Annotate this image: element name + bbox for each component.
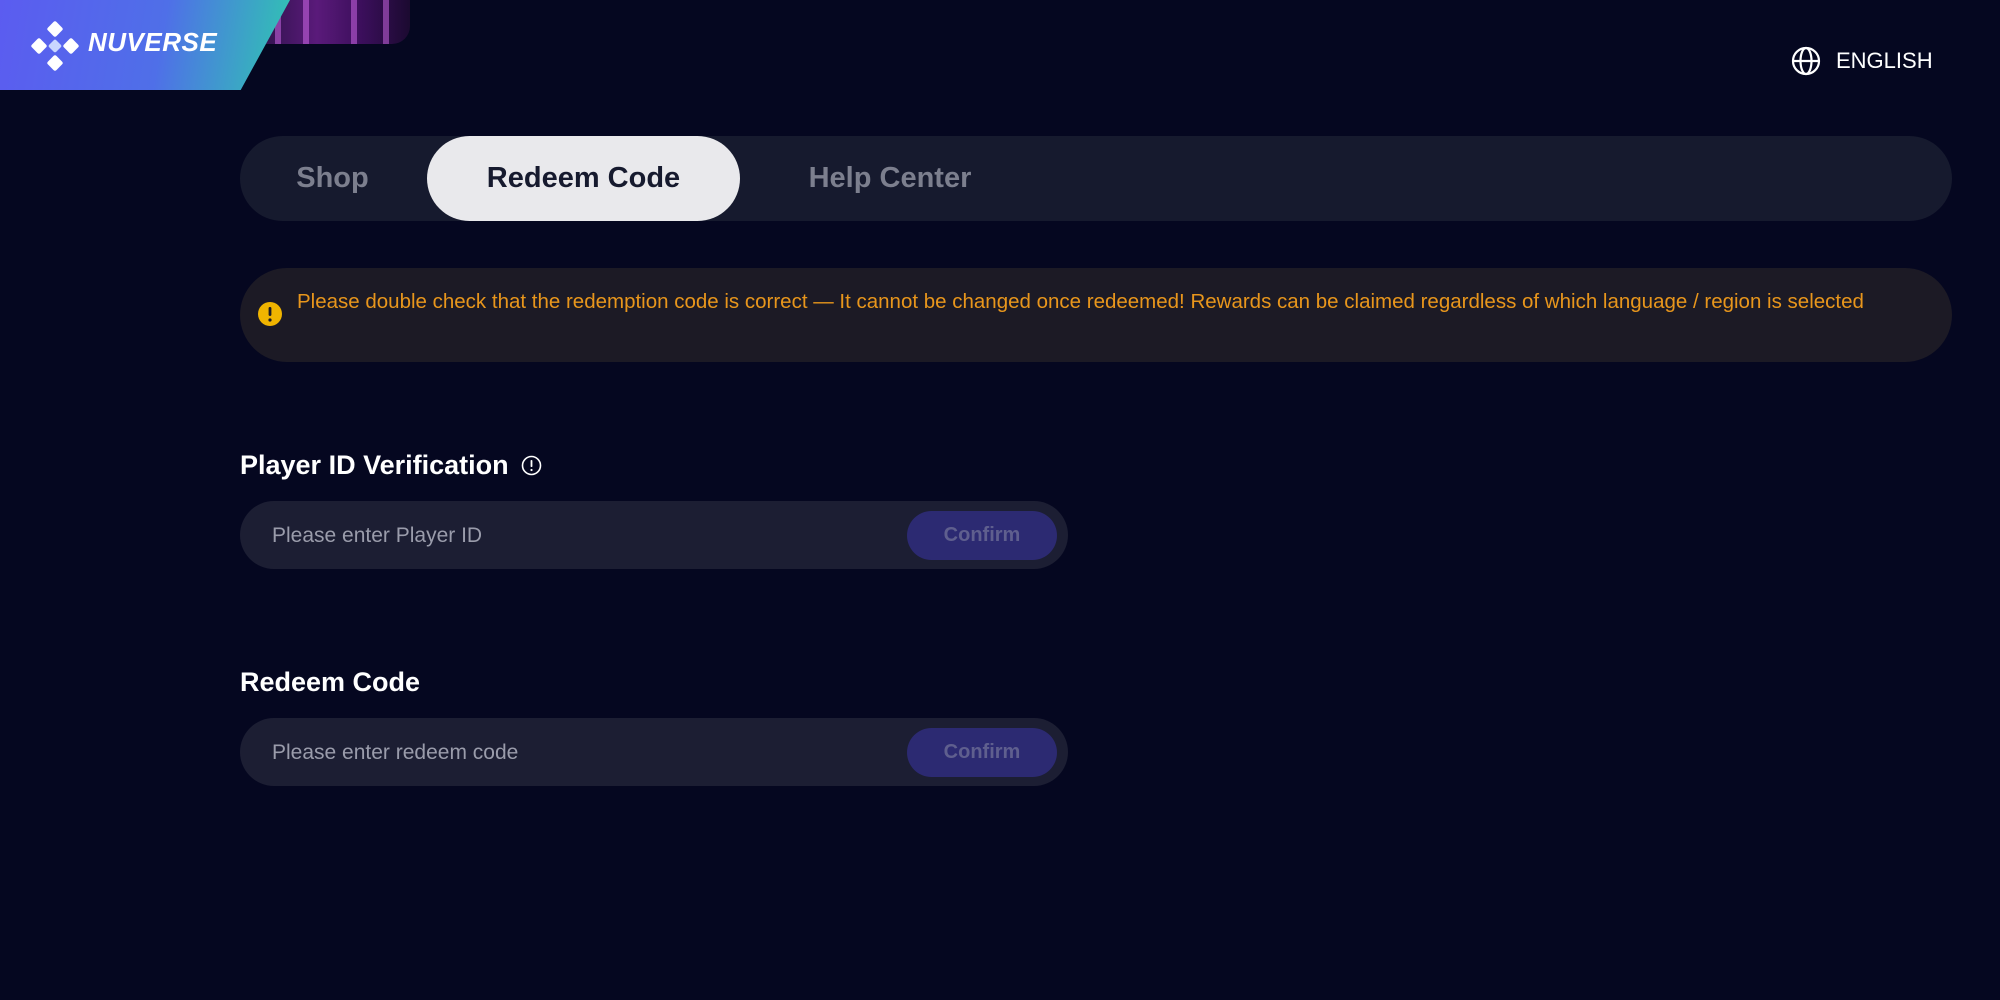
tab-shop[interactable]: Shop xyxy=(270,136,395,221)
page: NUVERSE ENGLISH Shop Redeem Code Help Ce… xyxy=(0,0,2000,1000)
language-selector[interactable]: ENGLISH xyxy=(1790,44,1933,78)
warning-icon xyxy=(258,302,282,326)
player-id-field: Confirm xyxy=(240,501,1068,571)
player-id-confirm-button[interactable]: Confirm xyxy=(907,511,1057,560)
globe-icon xyxy=(1791,46,1821,76)
redeem-code-title-text: Redeem Code xyxy=(240,667,421,697)
notice-text: Please double check that the redemption … xyxy=(297,290,1864,313)
redeem-code-confirm-button[interactable]: Confirm xyxy=(907,728,1057,777)
tab-redeem-code[interactable]: Redeem Code xyxy=(427,136,740,221)
tab-help-center[interactable]: Help Center xyxy=(770,136,1010,221)
redeem-code-section-title: Redeem Code xyxy=(240,667,420,698)
redeem-code-input[interactable] xyxy=(270,718,874,788)
language-label: ENGLISH xyxy=(1836,48,1933,73)
info-icon[interactable] xyxy=(521,455,542,476)
player-id-section-title: Player ID Verification xyxy=(240,450,542,481)
redemption-notice: Please double check that the redemption … xyxy=(240,268,1952,362)
brand-name: NUVERSE xyxy=(88,27,218,57)
redeem-code-field: Confirm xyxy=(240,718,1068,788)
nuverse-logo-icon xyxy=(31,21,79,71)
player-id-title-text: Player ID Verification xyxy=(240,450,509,480)
main-tab-bar: Shop Redeem Code Help Center xyxy=(240,136,1952,221)
player-id-input[interactable] xyxy=(270,501,874,571)
